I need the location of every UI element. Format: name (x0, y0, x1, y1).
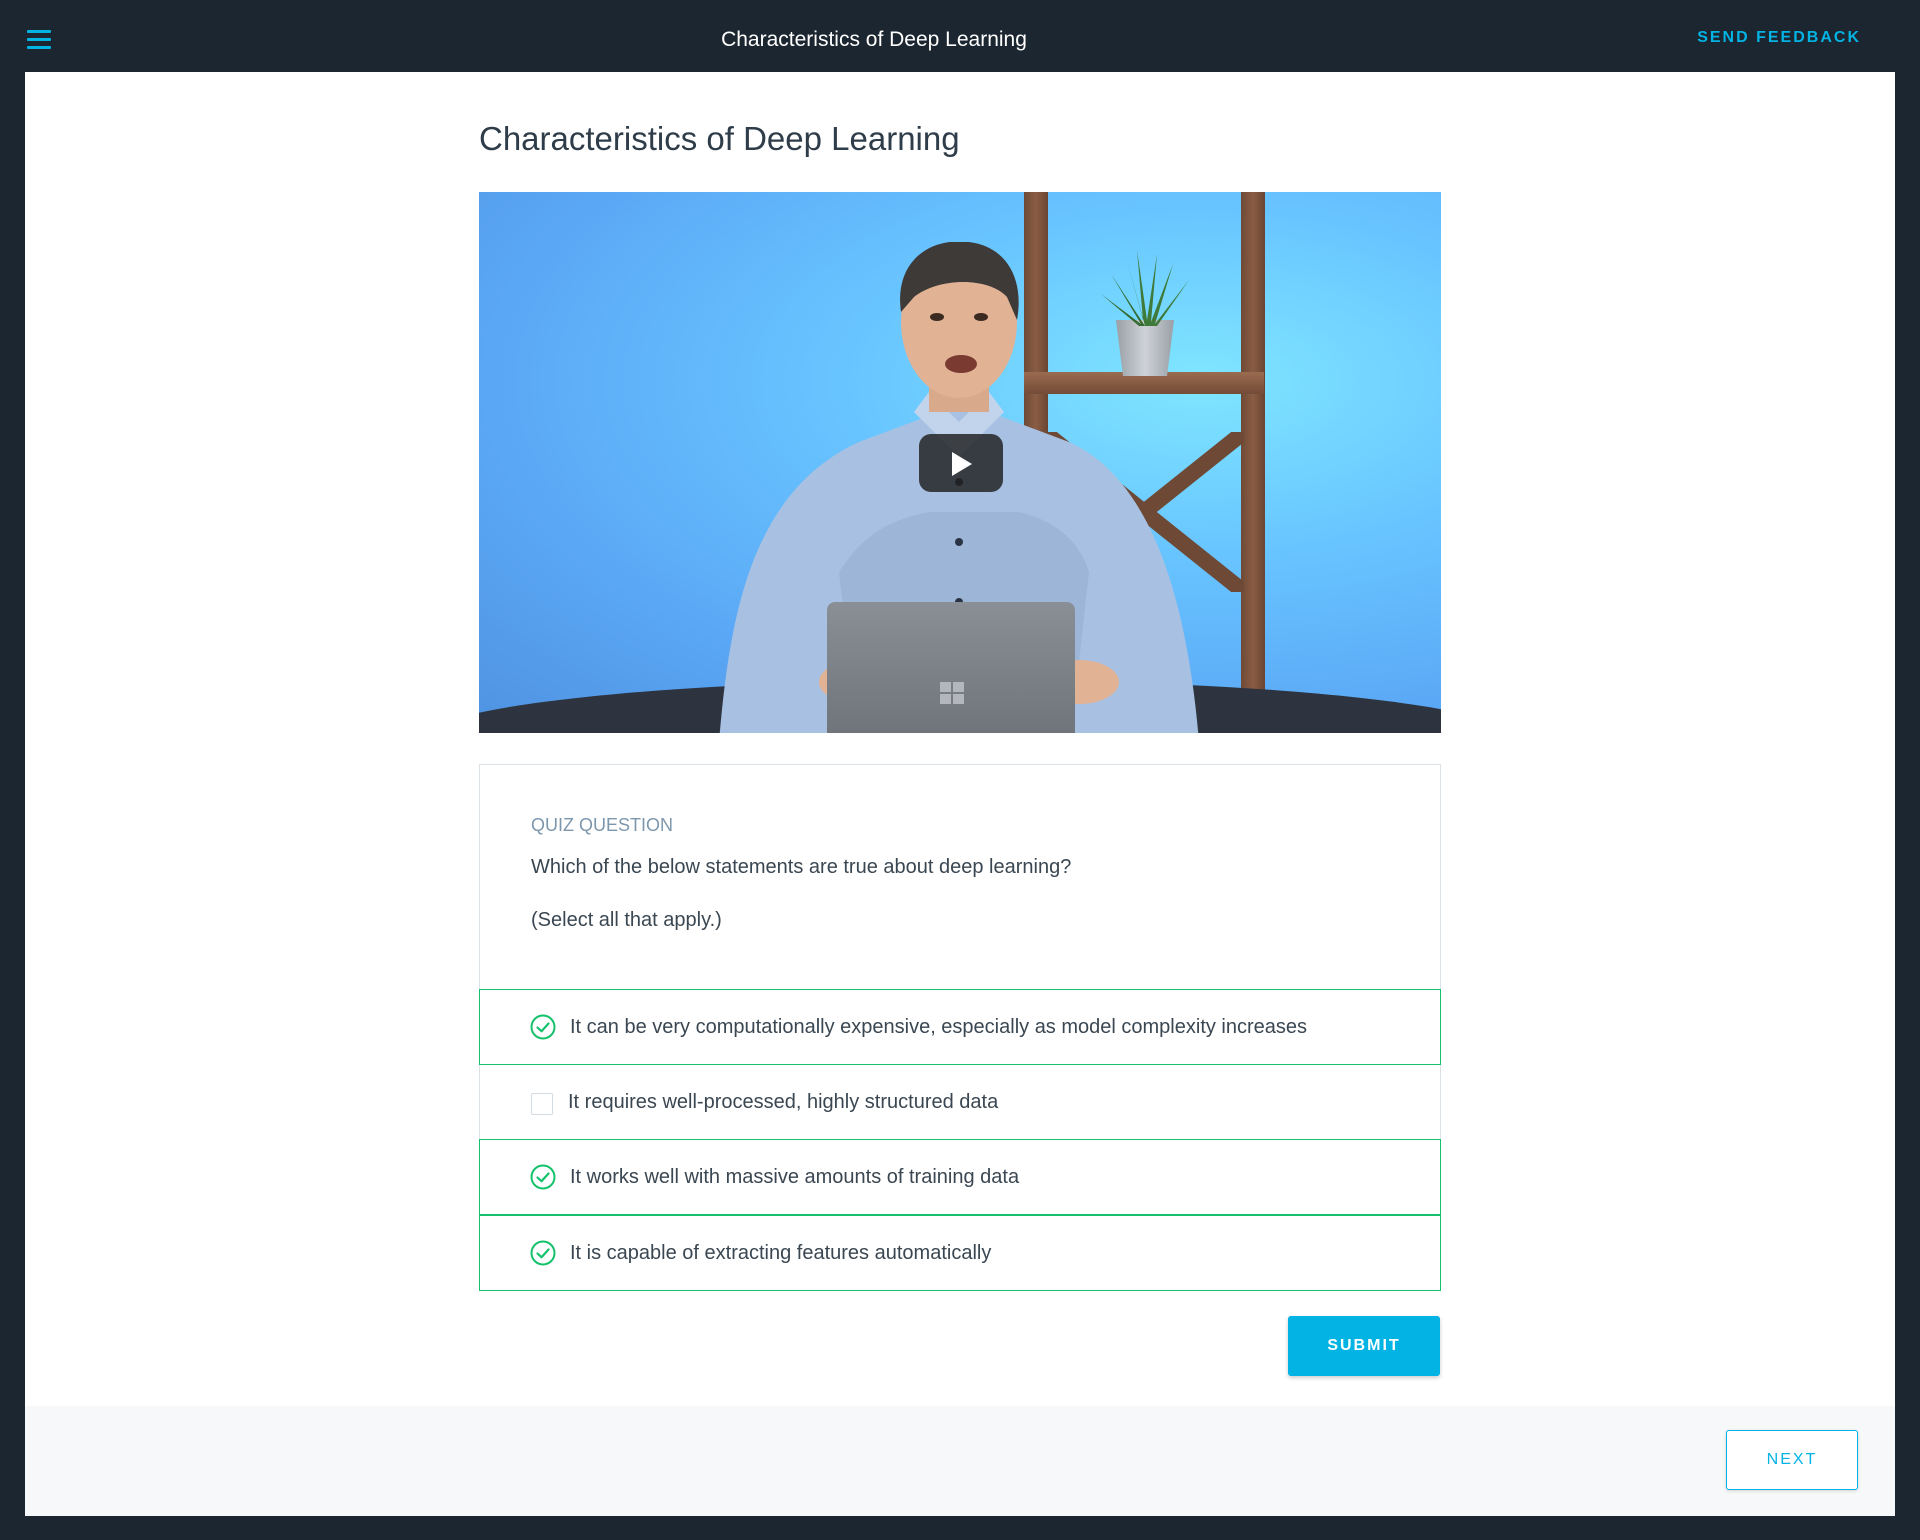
page-title: Characteristics of Deep Learning (479, 120, 960, 157)
check-circle-icon (530, 1014, 556, 1040)
play-icon (952, 452, 972, 476)
header-title: Characteristics of Deep Learning (721, 28, 1027, 51)
quiz-label: QUIZ QUESTION (531, 815, 674, 835)
check-circle-icon (530, 1240, 556, 1266)
windows-logo-icon (940, 682, 964, 704)
main-panel: Characteristics of Deep Learning QUIZ QU… (25, 72, 1895, 1516)
quiz-question: Which of the below statements are true a… (531, 856, 1072, 878)
checkbox[interactable] (531, 1093, 553, 1115)
video-player[interactable] (479, 192, 1441, 733)
submit-button[interactable]: SUBMIT (1288, 1316, 1440, 1376)
quiz-option-label: It requires well-processed, highly struc… (568, 1091, 999, 1113)
quiz-option[interactable]: It can be very computationally expensive… (479, 989, 1441, 1065)
send-feedback-link[interactable]: SEND FEEDBACK (1697, 29, 1861, 47)
quiz-option-label: It works well with massive amounts of tr… (570, 1166, 1020, 1188)
quiz-hint: (Select all that apply.) (531, 909, 722, 931)
quiz-option[interactable]: It is capable of extracting features aut… (479, 1215, 1441, 1291)
laptop-image (827, 602, 1075, 733)
next-button[interactable]: NEXT (1726, 1430, 1858, 1490)
check-circle-icon (530, 1164, 556, 1190)
quiz-option-label: It can be very computationally expensive… (570, 1016, 1308, 1038)
play-button[interactable] (919, 434, 1003, 492)
quiz-option-label: It is capable of extracting features aut… (570, 1242, 992, 1264)
quiz-option[interactable]: It works well with massive amounts of tr… (479, 1139, 1441, 1215)
shelf-post (1241, 192, 1265, 733)
top-bar: Characteristics of Deep Learning SEND FE… (0, 0, 1920, 72)
footer-bar (25, 1406, 1895, 1516)
quiz-card: QUIZ QUESTION Which of the below stateme… (479, 764, 1441, 1291)
quiz-option[interactable]: It requires well-processed, highly struc… (479, 1064, 1441, 1140)
